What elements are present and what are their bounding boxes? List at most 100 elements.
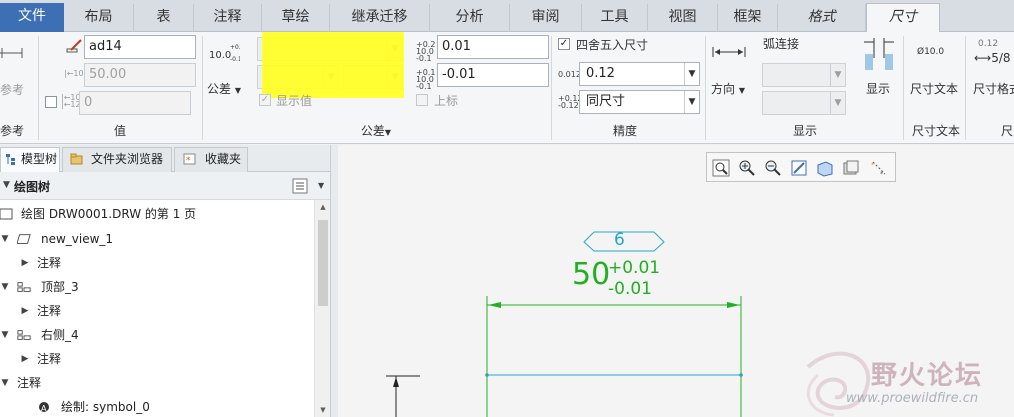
direction-button[interactable]: 方向 ▼ bbox=[711, 80, 745, 97]
tab-view[interactable]: 视图 bbox=[648, 4, 718, 32]
tab-model-tree-label: 模型树 bbox=[21, 152, 58, 166]
arrowhead-left bbox=[488, 302, 501, 308]
collapse-triangle-icon[interactable]: ▼ bbox=[0, 371, 10, 395]
symbol-text[interactable]: 6 bbox=[614, 230, 625, 250]
tolerance-icon: 10.0 +0.2 -0.1 bbox=[209, 44, 240, 63]
scroll-up-icon[interactable]: ▲ bbox=[315, 200, 331, 214]
tree-item-label: 注释 bbox=[37, 352, 62, 366]
collapse-triangle-icon[interactable]: ▼ bbox=[0, 323, 10, 347]
show-value-checkbox[interactable]: ✓ bbox=[259, 94, 271, 106]
tolerance-upper-text: +0.01 bbox=[608, 258, 661, 278]
tab-dimension[interactable]: 尺寸 bbox=[866, 3, 940, 33]
tree-item-label: 注释 bbox=[37, 256, 62, 270]
symbol-icon: A bbox=[39, 402, 49, 413]
tab-tools[interactable]: 工具 bbox=[582, 4, 648, 32]
saved-orientations-icon[interactable] bbox=[841, 158, 861, 178]
tab-folder-browser[interactable]: 文件夹浏览器 bbox=[62, 147, 172, 172]
dimension-format-button[interactable]: 尺寸格式 bbox=[973, 80, 1014, 97]
dimension-value[interactable]: 50 bbox=[572, 260, 610, 290]
tree-item-label: 顶部_3 bbox=[41, 280, 79, 294]
tab-legacy-migration[interactable]: 继承迁移 bbox=[330, 4, 430, 32]
expand-triangle-icon[interactable]: ▶ bbox=[20, 347, 30, 371]
tree-title: 绘图树 bbox=[14, 180, 51, 194]
tab-sketch[interactable]: 草绘 bbox=[262, 4, 330, 32]
tab-framework[interactable]: 框架 bbox=[718, 4, 778, 32]
view-toolbar: * * bbox=[706, 152, 896, 182]
dimension-text-icon: Ø10.0 bbox=[917, 47, 945, 57]
tolerance-button-label: 公差 bbox=[207, 82, 232, 96]
tolerance-group-label[interactable]: 公差▼ bbox=[356, 123, 396, 139]
display-style-icon[interactable] bbox=[815, 158, 835, 178]
sheet-icon bbox=[0, 208, 13, 220]
datum-display-icon[interactable]: ** bbox=[869, 158, 889, 178]
tree-item-view[interactable]: ▼ 顶部_3 bbox=[0, 275, 314, 299]
tree-scrollbar[interactable]: ▲ ▼ bbox=[314, 200, 330, 417]
decimal-places-select[interactable]: 0.12 ▼ bbox=[579, 62, 700, 86]
view-icon bbox=[17, 234, 31, 244]
tab-format[interactable]: 格式 bbox=[778, 4, 866, 32]
chevron-down-icon[interactable]: ▼ bbox=[318, 181, 324, 190]
svg-text:*: * bbox=[880, 170, 884, 178]
tree-item-sheet[interactable]: 绘图 DRW0001.DRW 的第 1 页 bbox=[0, 202, 314, 226]
edge-endpoint bbox=[485, 373, 489, 377]
round-dimension-label: 四舍五入尺寸 bbox=[576, 38, 649, 52]
tab-analysis[interactable]: 分析 bbox=[430, 4, 510, 32]
tab-favorites-label: 收藏夹 bbox=[205, 152, 242, 166]
tree-item-annotations[interactable]: ▶ 注释 bbox=[0, 251, 314, 275]
tab-table[interactable]: 表 bbox=[134, 4, 194, 32]
lower-tolerance-field[interactable]: -0.01 bbox=[437, 63, 549, 87]
projection-view-icon bbox=[17, 330, 31, 340]
display-button[interactable]: 显示 bbox=[866, 80, 890, 97]
arc-connection-select[interactable]: ▼ bbox=[762, 63, 846, 87]
refit-icon[interactable] bbox=[711, 158, 731, 178]
tree-item-annotations[interactable]: ▶ 注释 bbox=[0, 299, 314, 323]
tree-item-annotations[interactable]: ▶ 注释 bbox=[0, 347, 314, 371]
tree-item-view[interactable]: ▼ 右侧_4 bbox=[0, 323, 314, 347]
favorites-icon: * bbox=[183, 153, 196, 165]
collapse-triangle-icon[interactable]: ▼ bbox=[0, 227, 10, 251]
tolerance-button[interactable]: 公差 ▼ bbox=[207, 80, 241, 97]
tab-review[interactable]: 审阅 bbox=[510, 4, 582, 32]
tree-item-label: 绘图 DRW0001.DRW 的第 1 页 bbox=[21, 207, 197, 221]
superscript-checkbox[interactable] bbox=[416, 94, 428, 106]
display-group-label: 显示 bbox=[792, 124, 817, 138]
folder-icon bbox=[70, 153, 83, 165]
override-value-checkbox[interactable] bbox=[45, 96, 57, 108]
tab-file[interactable]: 文件 bbox=[0, 3, 64, 32]
nominal-value-field[interactable]: 50.00 bbox=[84, 63, 196, 87]
tolerance-lower-text: -0.01 bbox=[608, 279, 652, 299]
tolerance-group-text: 公差 bbox=[360, 124, 385, 138]
override-value-field[interactable]: 0 bbox=[79, 91, 191, 115]
projection-view-icon bbox=[17, 282, 31, 292]
drawing-canvas[interactable]: 6 50 +0.01 -0.01 野火论坛 www.proewildfire.c… bbox=[338, 145, 1014, 417]
decimal-places-value: 0.12 bbox=[586, 66, 615, 81]
tree-settings-icon[interactable] bbox=[292, 178, 308, 194]
repaint-icon[interactable] bbox=[789, 158, 809, 178]
tree-item-symbol[interactable]: A 绘制: symbol_0 bbox=[0, 395, 314, 417]
round-dimension-checkbox[interactable]: ✓ bbox=[558, 38, 570, 50]
expand-triangle-icon[interactable]: ▶ bbox=[20, 251, 30, 275]
tab-layout[interactable]: 布局 bbox=[64, 4, 134, 32]
zoom-out-icon[interactable] bbox=[763, 158, 783, 178]
tree-item-annotations[interactable]: ▼ 注释 bbox=[0, 371, 314, 395]
arc-connection-style-select[interactable]: ▼ bbox=[762, 91, 846, 115]
model-tree-icon bbox=[6, 154, 15, 165]
tolerance-decimals-select[interactable]: 同尺寸 ▼ bbox=[579, 90, 700, 114]
tab-model-tree[interactable]: 模型树 bbox=[0, 147, 60, 173]
upper-tolerance-field[interactable]: 0.01 bbox=[437, 35, 549, 59]
panel-tab-bar: 模型树 文件夹浏览器 * 收藏夹 bbox=[0, 145, 338, 173]
dimension-text-button[interactable]: 尺寸文本 bbox=[910, 80, 958, 97]
scroll-down-icon[interactable]: ▼ bbox=[315, 403, 331, 417]
collapse-triangle-icon[interactable]: ▼ bbox=[3, 180, 10, 190]
scrollbar-thumb[interactable] bbox=[318, 220, 328, 306]
reference-button[interactable]: 参考 bbox=[0, 81, 24, 98]
tab-favorites[interactable]: * 收藏夹 bbox=[174, 147, 248, 172]
upper-tolerance-icon: +0.2 10.0 -0.1 bbox=[416, 40, 436, 63]
tree-item-view[interactable]: ▼ new_view_1 bbox=[0, 227, 314, 251]
panel-splitter[interactable] bbox=[330, 145, 338, 417]
tab-annotate[interactable]: 注释 bbox=[194, 4, 262, 32]
expand-triangle-icon[interactable]: ▶ bbox=[20, 299, 30, 323]
collapse-triangle-icon[interactable]: ▼ bbox=[0, 275, 10, 299]
zoom-in-icon[interactable] bbox=[737, 158, 757, 178]
dimension-name-field[interactable]: ad14 bbox=[84, 35, 196, 59]
